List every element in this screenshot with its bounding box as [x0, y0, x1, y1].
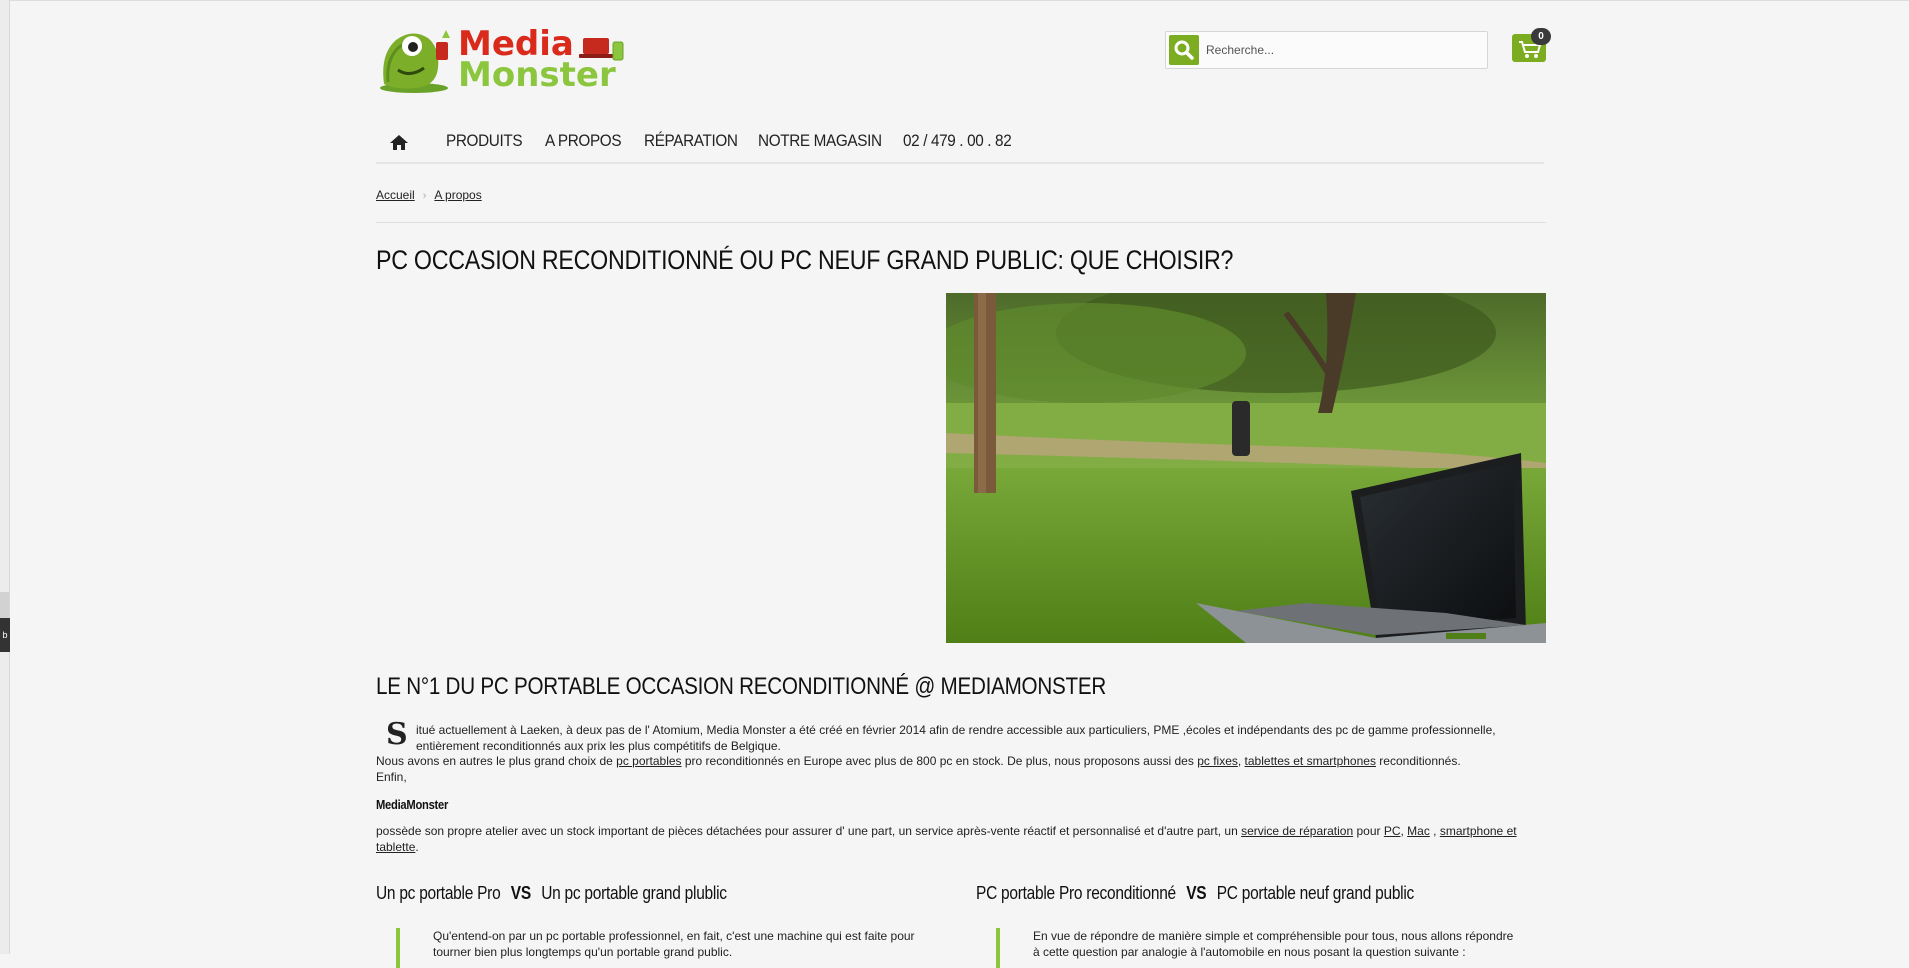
column-quote-left: Qu'entend-on par un pc portable professi…: [433, 929, 915, 959]
column-heading-reconditionne-vs-neuf: PC portable Pro reconditionné VS PC portab…: [976, 881, 1414, 905]
text-segment: reconditionnés.: [1375, 754, 1461, 768]
column-heading-left: Un pc portable Pro: [376, 883, 501, 903]
home-icon: [390, 135, 408, 150]
column-heading-right: Un pc portable grand plublic: [541, 883, 727, 903]
page-container: Media Monster 0: [376, 0, 1551, 968]
column-quote-right: En vue de répondre de manière simple et …: [1033, 929, 1514, 959]
search-button[interactable]: [1169, 35, 1199, 65]
intro-paragraph: itué actuellement à Laeken, à deux pas d…: [416, 723, 1496, 753]
link-pc-portables[interactable]: pc portables: [616, 754, 681, 768]
quote-accent-bar: [996, 928, 1000, 968]
text-segment: pour: [1353, 824, 1384, 838]
nav-home-link[interactable]: [388, 132, 410, 152]
enfin-line: Enfin,: [376, 770, 407, 784]
drop-cap: S: [386, 717, 408, 752]
link-service-reparation[interactable]: service de réparation: [1241, 824, 1353, 838]
stock-paragraph: Nous avons en autres le plus grand choix…: [376, 753, 1546, 769]
link-pc-fixes[interactable]: pc fixes: [1197, 754, 1238, 768]
search-input[interactable]: [1206, 36, 1476, 64]
workshop-paragraph: possède son propre atelier avec un stock…: [376, 823, 1546, 855]
hero-image-laptop-on-grass: [946, 293, 1546, 643]
breadcrumb: Accueil › A propos: [376, 188, 482, 202]
nav-item-a-propos[interactable]: A PROPOS: [545, 130, 622, 152]
brand-name-heading: MediaMonster: [376, 797, 449, 812]
search-box: [1165, 31, 1488, 69]
column-heading-pro-vs-grand-public: Un pc portable Pro VS Un pc portable grand…: [376, 881, 727, 905]
nav-item-notre-magasin[interactable]: NOTRE MAGASIN: [758, 130, 882, 152]
vs-label: VS: [1186, 883, 1207, 903]
vs-label: VS: [510, 883, 531, 903]
text-segment: ,: [1237, 754, 1245, 768]
logo-text-monster: Monster: [458, 55, 616, 95]
section-subtitle: LE N°1 DU PC PORTABLE OCCASION RECONDITI…: [376, 673, 1107, 700]
cart-count-badge: 0: [1531, 28, 1551, 45]
link-mac[interactable]: Mac: [1407, 824, 1430, 838]
quote-accent-bar: [396, 928, 400, 968]
column-heading-right: PC portable neuf grand public: [1216, 883, 1415, 903]
link-tablettes-smartphones[interactable]: tablettes et smartphones: [1245, 754, 1376, 768]
side-tab-shade: [0, 592, 9, 618]
nav-item-produits[interactable]: PRODUITS: [446, 130, 523, 152]
breadcrumb-home-link[interactable]: Accueil: [376, 188, 415, 202]
page-title: PC OCCASION RECONDITIONNÉ OU PC NEUF GRA…: [376, 245, 1234, 275]
text-segment: .: [415, 840, 419, 854]
nav-item-reparation[interactable]: RÉPARATION: [644, 130, 738, 152]
breadcrumb-divider: [376, 222, 1546, 223]
column-heading-left: PC portable Pro reconditionné: [976, 883, 1176, 903]
link-pc[interactable]: PC: [1384, 824, 1401, 838]
monster-mascot-icon: [380, 30, 450, 93]
text-segment: pro reconditionnés en Europe avec plus d…: [681, 754, 1198, 768]
text-segment: Nous avons en autres le plus grand choix…: [376, 754, 617, 768]
text-segment: possède son propre atelier avec un stock…: [376, 824, 1242, 838]
search-icon: [1174, 40, 1194, 60]
left-edge-panel: [0, 0, 10, 954]
breadcrumb-current-link[interactable]: A propos: [434, 188, 481, 202]
text-segment: ,: [1429, 824, 1440, 838]
side-tab-handle[interactable]: b: [0, 618, 10, 652]
nav-item-phone[interactable]: 02 / 479 . 00 . 82: [903, 130, 1012, 152]
devices-icon: [579, 38, 624, 61]
site-logo[interactable]: Media Monster: [376, 24, 626, 94]
main-nav: PRODUITS A PROPOS RÉPARATION NOTRE MAGAS…: [376, 120, 1544, 164]
breadcrumb-separator: ›: [422, 190, 427, 202]
